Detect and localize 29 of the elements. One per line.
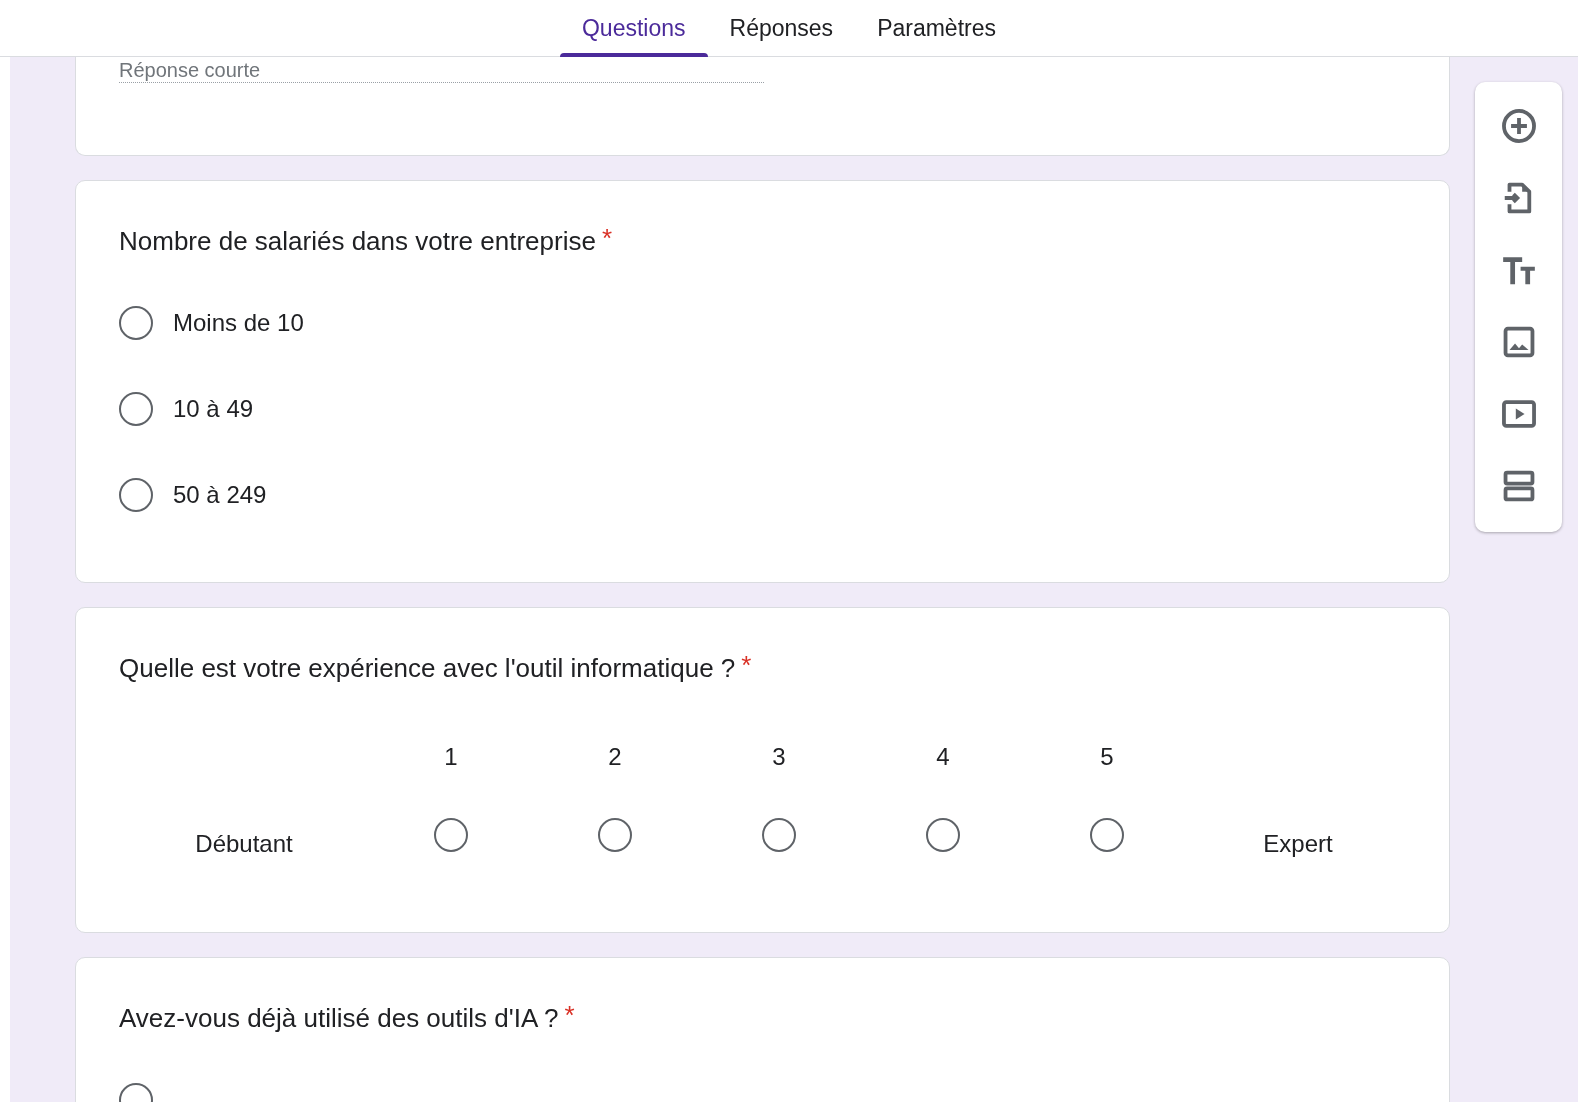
scale-low-label: Débutant [194, 829, 294, 859]
required-mark: * [601, 225, 613, 251]
scale-number: 2 [607, 742, 623, 772]
answer-hint: Réponse courte [119, 59, 764, 83]
radio-button[interactable] [598, 818, 632, 852]
option-label: Moins de 10 [173, 308, 304, 338]
option-label: 10 à 49 [173, 394, 254, 424]
scale-number: 1 [443, 742, 459, 772]
scale-number: 5 [1099, 742, 1115, 772]
add-icon[interactable] [1499, 107, 1538, 145]
question-title: Avez-vous déjà utilisé des outils d'IA ? [119, 1002, 559, 1034]
radio-button[interactable] [119, 392, 153, 426]
radio-button[interactable] [119, 306, 153, 340]
option-label: 50 à 249 [173, 480, 267, 510]
radio-button[interactable] [1090, 818, 1124, 852]
radio-button[interactable] [762, 818, 796, 852]
scale-high-label: Expert [1262, 829, 1334, 859]
tab[interactable]: Réponses [707, 0, 856, 57]
required-mark: * [741, 652, 752, 678]
radio-button[interactable] [119, 478, 153, 512]
tab[interactable]: Questions [560, 0, 708, 57]
scale-number: 3 [771, 742, 787, 772]
tab[interactable]: Paramètres [855, 0, 1018, 57]
question-title: Quelle est votre expérience avec l'outil informatique ? [119, 652, 736, 684]
required-mark: * [564, 1002, 575, 1028]
question-title: Nombre de salariés dans votre entreprise [119, 225, 596, 257]
radio-button[interactable] [434, 818, 468, 852]
radio-button[interactable] [926, 818, 960, 852]
scale-number: 4 [935, 742, 951, 772]
